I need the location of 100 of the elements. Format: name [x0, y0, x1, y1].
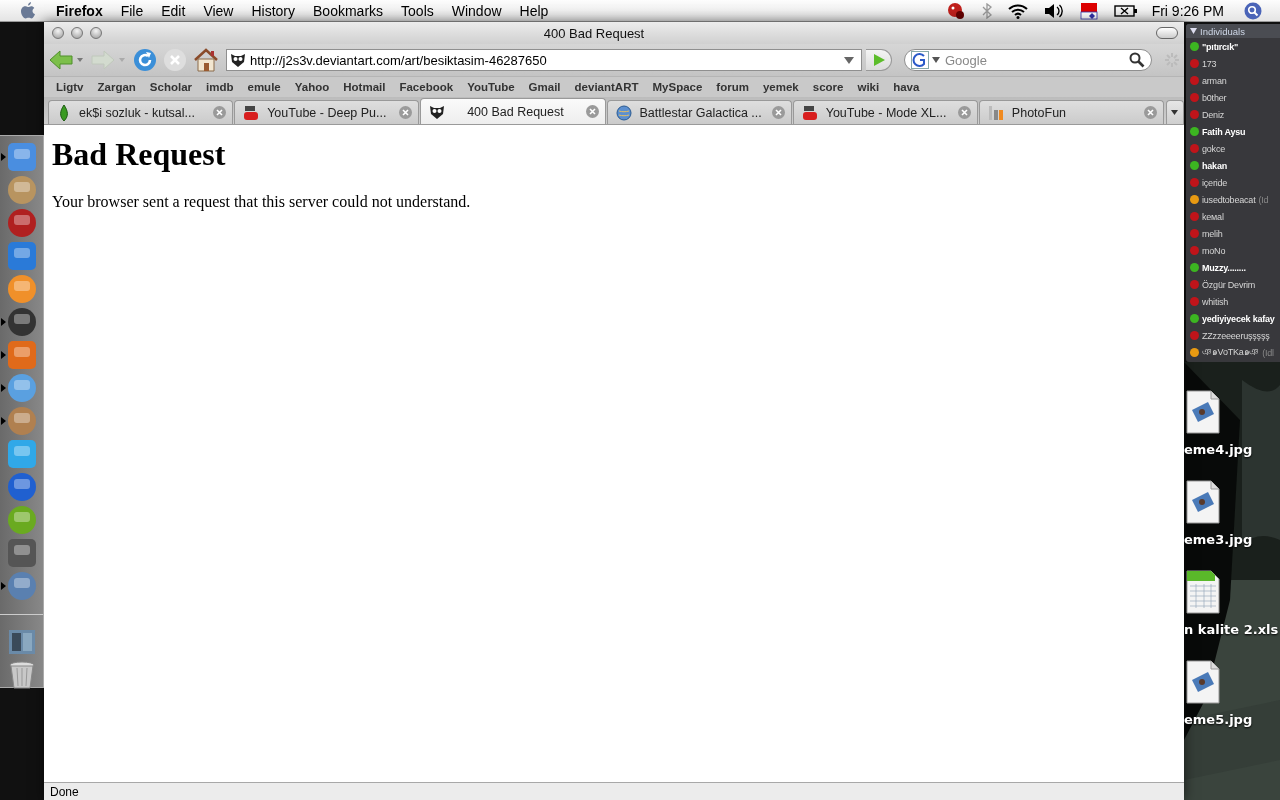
caret-icon[interactable] — [1190, 28, 1197, 34]
close-icon[interactable] — [585, 105, 599, 118]
file-name[interactable]: eme5.jpg — [1184, 712, 1280, 727]
file-name[interactable]: eme4.jpg — [1184, 442, 1280, 457]
volume-icon[interactable] — [1043, 2, 1064, 19]
buddy-name[interactable]: keмal — [1202, 211, 1224, 222]
bookmark-link[interactable]: forum — [709, 81, 756, 93]
search-input[interactable]: Google — [943, 51, 1126, 69]
image-file-icon[interactable] — [1186, 480, 1220, 524]
reload-button[interactable] — [133, 48, 157, 72]
search-icon[interactable] — [1244, 1, 1262, 20]
search-icon[interactable] — [1129, 52, 1145, 68]
tab-list-button[interactable] — [1166, 100, 1184, 124]
bookmark-link[interactable]: emule — [240, 81, 288, 93]
menu-item[interactable]: Bookmarks — [304, 0, 393, 21]
apple-icon[interactable] — [20, 1, 36, 20]
spreadsheet-file-icon[interactable] — [1186, 570, 1220, 614]
app-icon[interactable] — [6, 141, 38, 172]
buddy-name[interactable]: ঞ๑VoTKa๑ঞ — [1202, 345, 1260, 360]
browser-tab[interactable]: 400 Bad Request — [420, 98, 606, 124]
browser-tab[interactable]: YouTube - Mode XL... — [792, 100, 978, 124]
group-header[interactable]: Individuals — [1186, 24, 1280, 38]
bookmark-link[interactable]: Ligtv — [49, 81, 91, 93]
close-icon[interactable] — [771, 106, 785, 119]
address-field[interactable]: http://j2s3v.deviantart.com/art/besiktasim-46287650 — [226, 49, 862, 71]
buddy-name[interactable]: Özgür Devrim — [1202, 279, 1256, 290]
menu-item[interactable]: Edit — [152, 0, 195, 21]
buddy-name[interactable]: "pıtırcık" — [1202, 41, 1239, 52]
browser-tab[interactable]: ek$i sozluk - kutsal... — [48, 100, 234, 124]
bookmark-link[interactable]: deviantART — [567, 81, 646, 93]
app-icon[interactable] — [6, 438, 38, 469]
bookmark-link[interactable]: Scholar — [142, 81, 199, 93]
bookmark-link[interactable]: Facebook — [392, 81, 461, 93]
toolbar-toggle-button[interactable] — [1156, 27, 1178, 39]
wifi-icon[interactable] — [1007, 2, 1028, 19]
buddy-name[interactable]: gokce — [1202, 143, 1226, 154]
bookmark-link[interactable]: wiki — [850, 81, 887, 93]
menu-item[interactable]: Firefox — [50, 0, 112, 21]
bookmark-link[interactable]: Yahoo — [287, 81, 337, 93]
browser-tab[interactable]: PhotoFun — [978, 100, 1165, 124]
image-file-icon[interactable] — [1186, 660, 1220, 704]
menu-item[interactable]: Help — [510, 0, 558, 21]
bookmark-link[interactable]: hava — [886, 81, 927, 93]
menu-item[interactable]: Tools — [392, 0, 443, 21]
buddy-name[interactable]: Muzzy........ — [1202, 262, 1246, 273]
search-field[interactable]: Google — [904, 49, 1152, 71]
bookmark-link[interactable]: score — [805, 81, 851, 93]
caret-icon[interactable] — [843, 55, 855, 65]
buddy-name[interactable]: b0ther — [1202, 92, 1227, 103]
buddy-name[interactable]: yediyiyecek kafay — [1202, 313, 1275, 324]
buddy-name[interactable]: melih — [1202, 228, 1223, 239]
menu-item[interactable]: File — [111, 0, 153, 21]
buddy-name[interactable]: moNo — [1202, 245, 1226, 256]
app-icon[interactable] — [6, 339, 38, 370]
buddy-name[interactable]: arman — [1202, 75, 1227, 86]
bookmark-link[interactable]: yemek — [755, 81, 806, 93]
bookmark-link[interactable]: YouTube — [460, 81, 522, 93]
close-icon[interactable] — [957, 106, 971, 119]
menu-item[interactable]: View — [194, 0, 243, 21]
back-button[interactable] — [49, 49, 85, 71]
browser-tab[interactable]: Battlestar Galactica ... — [606, 100, 792, 124]
app-icon[interactable] — [6, 240, 38, 271]
buddy-name[interactable]: whitish — [1202, 296, 1229, 307]
file-name[interactable]: n kalite 2.xls — [1184, 622, 1280, 637]
buddy-name[interactable]: Fatih Aysu — [1202, 126, 1246, 137]
close-icon[interactable] — [399, 106, 413, 119]
bookmark-link[interactable]: Hotmail — [336, 81, 393, 93]
buddy-name[interactable]: hakan — [1202, 160, 1227, 171]
close-icon[interactable] — [1144, 106, 1158, 119]
caret-icon[interactable] — [932, 57, 940, 63]
home-button[interactable] — [193, 48, 219, 72]
bookmark-link[interactable]: Gmail — [521, 81, 568, 93]
image-file-icon[interactable] — [1186, 390, 1220, 434]
buddy-name[interactable]: ZZzzeeeeruşşşşş — [1202, 330, 1270, 341]
menu-item[interactable]: Window — [442, 0, 511, 21]
flag-icon[interactable] — [1079, 1, 1098, 20]
bookmark-link[interactable]: MySpace — [645, 81, 710, 93]
video-icon — [801, 104, 818, 121]
bookmark-link[interactable]: imdb — [199, 81, 241, 93]
minimize-button[interactable] — [71, 27, 83, 39]
buddy-name[interactable]: Deniz — [1202, 109, 1224, 120]
file-name[interactable]: eme3.jpg — [1184, 532, 1280, 547]
close-button[interactable] — [52, 27, 64, 39]
battery-icon[interactable] — [1113, 3, 1138, 18]
close-icon[interactable] — [213, 106, 227, 119]
app-icon[interactable] — [6, 537, 38, 568]
caret-icon[interactable] — [1171, 110, 1179, 115]
clock[interactable]: Fri 9:26 PM — [1145, 0, 1236, 21]
bookmark-link[interactable]: Zargan — [90, 81, 143, 93]
buddy-name[interactable]: iusedtobeacat — [1202, 194, 1256, 205]
leaf-icon — [57, 104, 71, 121]
buddy-name[interactable]: 173 — [1202, 58, 1217, 69]
buddy-name[interactable]: içeride — [1202, 177, 1228, 188]
g-icon[interactable] — [911, 51, 929, 69]
browser-tab[interactable]: YouTube - Deep Pu... — [234, 100, 420, 124]
zoom-button[interactable] — [90, 27, 102, 39]
bluetooth-icon[interactable] — [981, 2, 992, 19]
menu-item[interactable]: History — [242, 0, 305, 21]
play-icon[interactable] — [871, 53, 886, 67]
go-button[interactable] — [866, 49, 892, 71]
